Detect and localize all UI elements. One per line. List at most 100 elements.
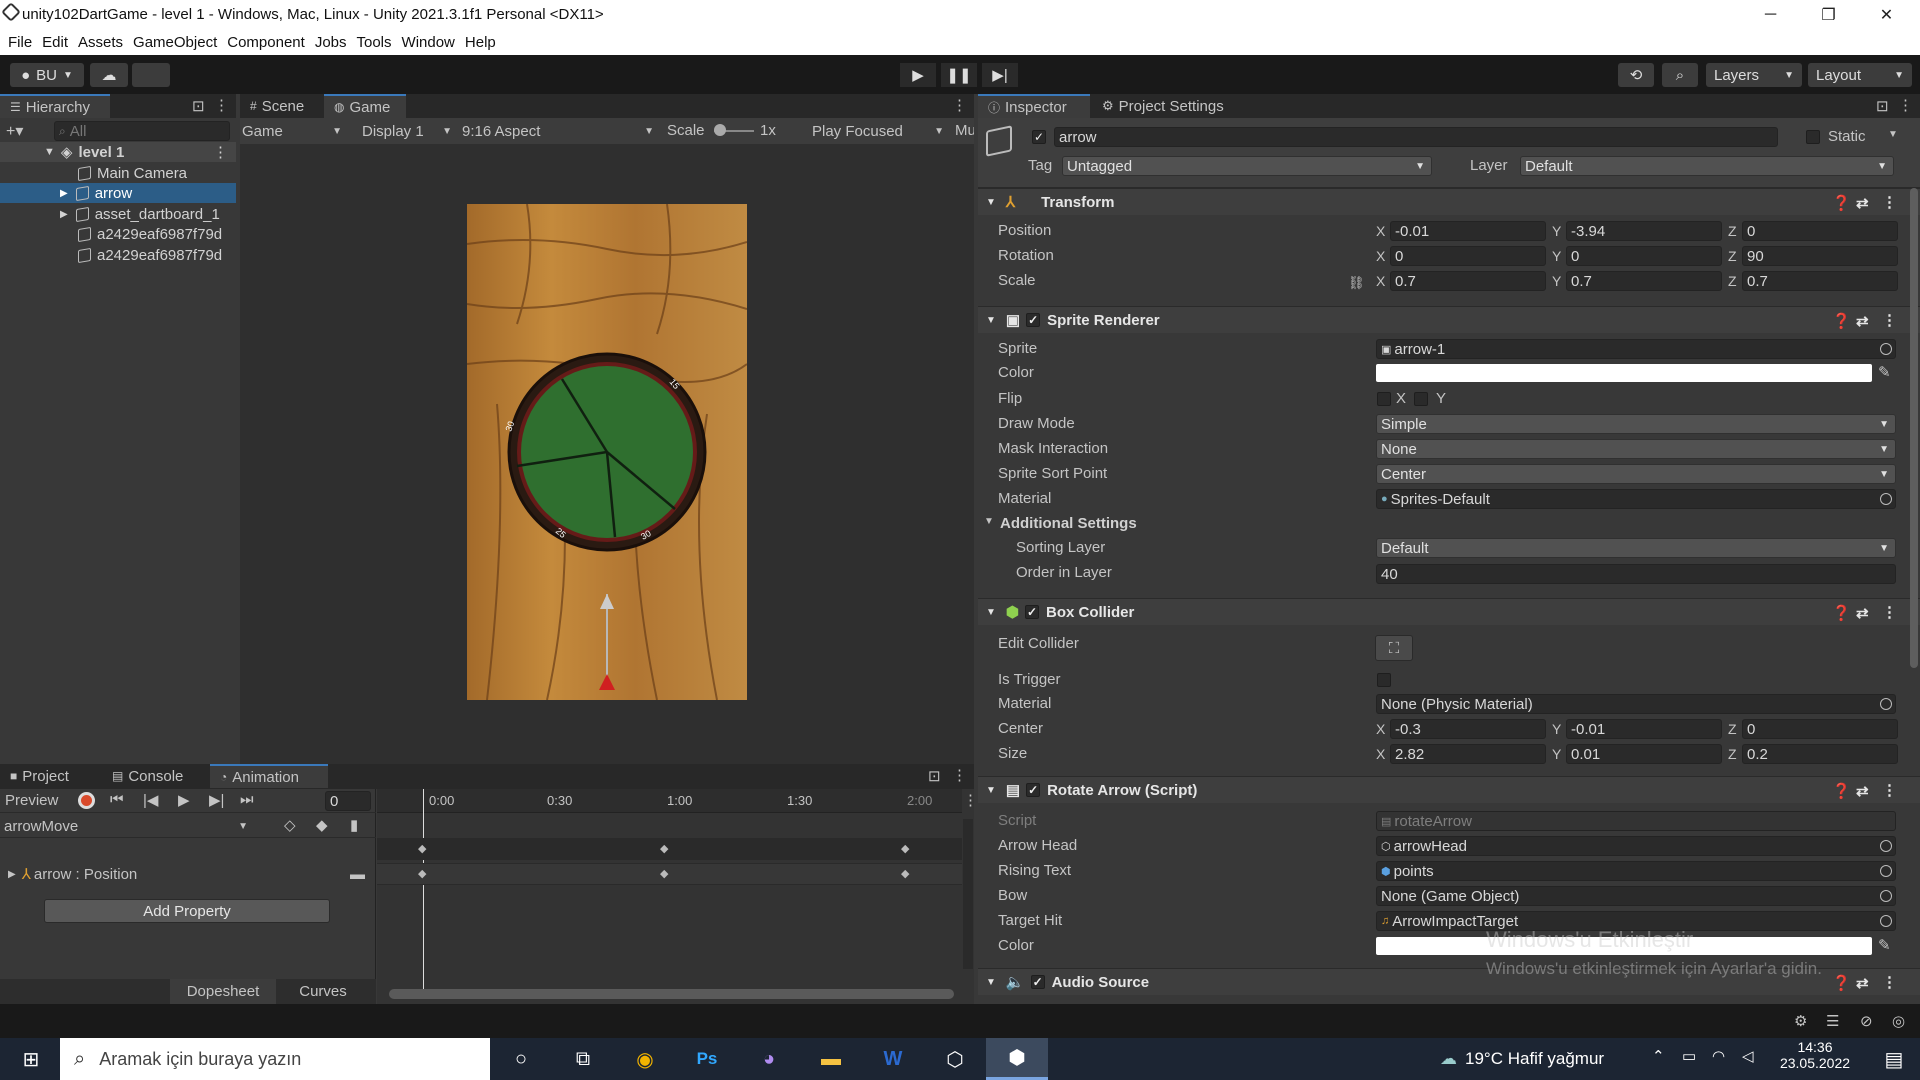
arrow-sprite[interactable] bbox=[467, 204, 747, 700]
menu-edit[interactable]: Edit bbox=[42, 34, 68, 51]
help-icon[interactable]: ❓ bbox=[1832, 194, 1851, 212]
sorting-layer-dropdown[interactable]: Default ▼ bbox=[1376, 538, 1896, 558]
progress-icon[interactable]: ◎ bbox=[1892, 1012, 1905, 1030]
object-name-field[interactable]: arrow bbox=[1054, 127, 1778, 147]
chevron-down-icon[interactable]: ▼ bbox=[1888, 129, 1898, 140]
collider-center-x-field[interactable]: -0.3 bbox=[1390, 719, 1546, 739]
play-icon[interactable]: ▶ bbox=[178, 791, 190, 809]
preset-icon[interactable]: ⇄ bbox=[1856, 312, 1869, 330]
keyframe-icon[interactable]: ◆ bbox=[901, 842, 909, 855]
more-icon[interactable]: ⋮ bbox=[952, 96, 967, 114]
collider-center-y-axis-label[interactable]: Y bbox=[1552, 721, 1561, 737]
chevron-right-icon[interactable]: ▶ bbox=[60, 209, 68, 220]
more-icon[interactable]: ⋮ bbox=[963, 791, 978, 809]
edit-collider-button[interactable]: ⛶ bbox=[1375, 635, 1413, 661]
collider-material-field[interactable]: None (Physic Material) bbox=[1376, 694, 1896, 714]
transform-rotation-y-field[interactable]: 0 bbox=[1566, 246, 1722, 266]
history-button[interactable]: ⟲ bbox=[1618, 63, 1654, 87]
tab-console[interactable]: ▤ Console bbox=[102, 764, 208, 788]
transform-scale-x-field[interactable]: 0.7 bbox=[1390, 271, 1546, 291]
add-keyframe-icon[interactable]: ◇ bbox=[284, 816, 296, 834]
pause-button[interactable]: ❚❚ bbox=[941, 63, 977, 87]
menu-file[interactable]: File bbox=[8, 34, 32, 51]
bow-field[interactable]: None (Game Object) bbox=[1376, 886, 1896, 906]
unity-hub-icon[interactable]: ⬡ bbox=[924, 1038, 986, 1080]
windows-start-icon[interactable]: ⊞ bbox=[0, 1038, 62, 1080]
transform-position-z-field[interactable]: 0 bbox=[1742, 221, 1898, 241]
debug-icon[interactable]: ⚙ bbox=[1794, 1012, 1807, 1030]
help-icon[interactable]: ❓ bbox=[1832, 782, 1851, 800]
play-focused-dropdown[interactable]: Play Focused ▼ bbox=[812, 120, 948, 142]
track-remove-icon[interactable]: ▬ bbox=[350, 866, 365, 883]
transform-scale-z-field[interactable]: 0.7 bbox=[1742, 271, 1898, 291]
help-icon[interactable]: ❓ bbox=[1832, 974, 1851, 992]
collider-center-y-field[interactable]: -0.01 bbox=[1566, 719, 1722, 739]
close-button[interactable]: ✕ bbox=[1858, 0, 1915, 29]
notifications-icon[interactable]: ▤ bbox=[1868, 1038, 1920, 1080]
keyframe-icon[interactable]: ◆ bbox=[660, 842, 668, 855]
collider-center-z-axis-label[interactable]: Z bbox=[1728, 721, 1737, 737]
audio-source-enabled-checkbox[interactable]: ✓ bbox=[1030, 975, 1045, 989]
add-icon[interactable]: +▾ bbox=[6, 121, 23, 141]
cortana-icon[interactable]: ○ bbox=[490, 1038, 552, 1080]
event-marker-icon[interactable]: ▮ bbox=[350, 816, 358, 834]
stack-icon[interactable]: ☰ bbox=[1826, 1012, 1839, 1030]
mute-audio-toggle[interactable]: Mu bbox=[955, 122, 974, 139]
aspect-dropdown[interactable]: 9:16 Aspect ▼ bbox=[462, 120, 658, 142]
transform-rotation-x-axis-label[interactable]: X bbox=[1376, 248, 1385, 264]
rotate-arrow-enabled-checkbox[interactable]: ✓ bbox=[1026, 783, 1041, 797]
preset-icon[interactable]: ⇄ bbox=[1856, 974, 1869, 992]
eyedropper-icon[interactable]: ✎ bbox=[1878, 363, 1891, 381]
search-button[interactable]: ⌕ bbox=[1662, 63, 1698, 87]
network-icon[interactable]: ⊘ bbox=[1860, 1012, 1873, 1030]
additional-settings-foldout[interactable]: Additional Settings bbox=[1000, 515, 1137, 532]
play-button[interactable]: ▶ bbox=[900, 63, 936, 87]
curves-tab[interactable]: Curves bbox=[278, 979, 368, 1004]
transform-position-x-field[interactable]: -0.01 bbox=[1390, 221, 1546, 241]
flip-y-checkbox[interactable] bbox=[1414, 392, 1428, 406]
sprite-field[interactable]: ▣ arrow-1 bbox=[1376, 339, 1896, 359]
tab-game[interactable]: ◍ Game bbox=[324, 94, 406, 118]
color-swatch[interactable] bbox=[1376, 364, 1872, 382]
help-icon[interactable]: ❓ bbox=[1832, 604, 1851, 622]
more-icon[interactable]: ⋮ bbox=[214, 96, 229, 114]
wifi-icon[interactable]: ◠ bbox=[1712, 1047, 1725, 1065]
transform-rotation-z-field[interactable]: 90 bbox=[1742, 246, 1898, 266]
chevron-right-icon[interactable]: ▶ bbox=[60, 188, 68, 199]
hierarchy-search[interactable]: ⌕ All bbox=[54, 121, 230, 141]
arrow-head-field[interactable]: ⬡ arrowHead bbox=[1376, 836, 1896, 856]
chrome-icon[interactable]: ◉ bbox=[614, 1038, 676, 1080]
display-dropdown[interactable]: Display 1 ▼ bbox=[362, 120, 456, 142]
scale-link-icon[interactable]: ⛓ bbox=[1348, 275, 1365, 291]
transform-position-z-axis-label[interactable]: Z bbox=[1728, 223, 1737, 239]
record-icon[interactable] bbox=[78, 792, 95, 809]
rising-text-field[interactable]: ⬢ points bbox=[1376, 861, 1896, 881]
transform-rotation-z-axis-label[interactable]: Z bbox=[1728, 248, 1737, 264]
preset-icon[interactable]: ⇄ bbox=[1856, 604, 1869, 622]
more-icon[interactable]: ⋮ bbox=[1882, 973, 1897, 991]
layers-dropdown[interactable]: Layers ▼ bbox=[1706, 63, 1802, 87]
volume-icon[interactable]: ◁ bbox=[1742, 1047, 1754, 1065]
eyedropper-icon[interactable]: ✎ bbox=[1878, 936, 1891, 954]
transform-rotation-x-field[interactable]: 0 bbox=[1390, 246, 1546, 266]
more-icon[interactable]: ⋮ bbox=[1882, 603, 1897, 621]
tab-project-settings[interactable]: ⚙ Project Settings bbox=[1092, 94, 1252, 118]
is-trigger-checkbox[interactable] bbox=[1377, 673, 1391, 687]
account-button[interactable]: ● BU ▼ bbox=[10, 63, 84, 87]
flip-x-checkbox[interactable] bbox=[1377, 392, 1391, 406]
word-icon[interactable]: W bbox=[862, 1038, 924, 1080]
minimize-button[interactable]: ─ bbox=[1742, 0, 1799, 29]
lock-icon[interactable]: ⊡ bbox=[192, 97, 205, 115]
object-picker-icon[interactable] bbox=[1880, 865, 1892, 877]
clip-dropdown[interactable]: arrowMove ▼ bbox=[4, 816, 254, 836]
menu-help[interactable]: Help bbox=[465, 34, 496, 51]
file-explorer-icon[interactable]: ▬ bbox=[800, 1038, 862, 1080]
inspector-scrollbar[interactable] bbox=[1910, 188, 1918, 668]
box-collider-enabled-checkbox[interactable]: ✓ bbox=[1025, 605, 1040, 619]
more-icon[interactable]: ⋮ bbox=[952, 766, 967, 784]
mask-dropdown[interactable]: None ▼ bbox=[1376, 439, 1896, 459]
tab-hierarchy[interactable]: ☰ Hierarchy bbox=[0, 94, 110, 118]
timeline-horizontal-scrollbar[interactable] bbox=[389, 989, 954, 999]
collider-size-y-axis-label[interactable]: Y bbox=[1552, 746, 1561, 762]
help-icon[interactable]: ❓ bbox=[1832, 312, 1851, 330]
